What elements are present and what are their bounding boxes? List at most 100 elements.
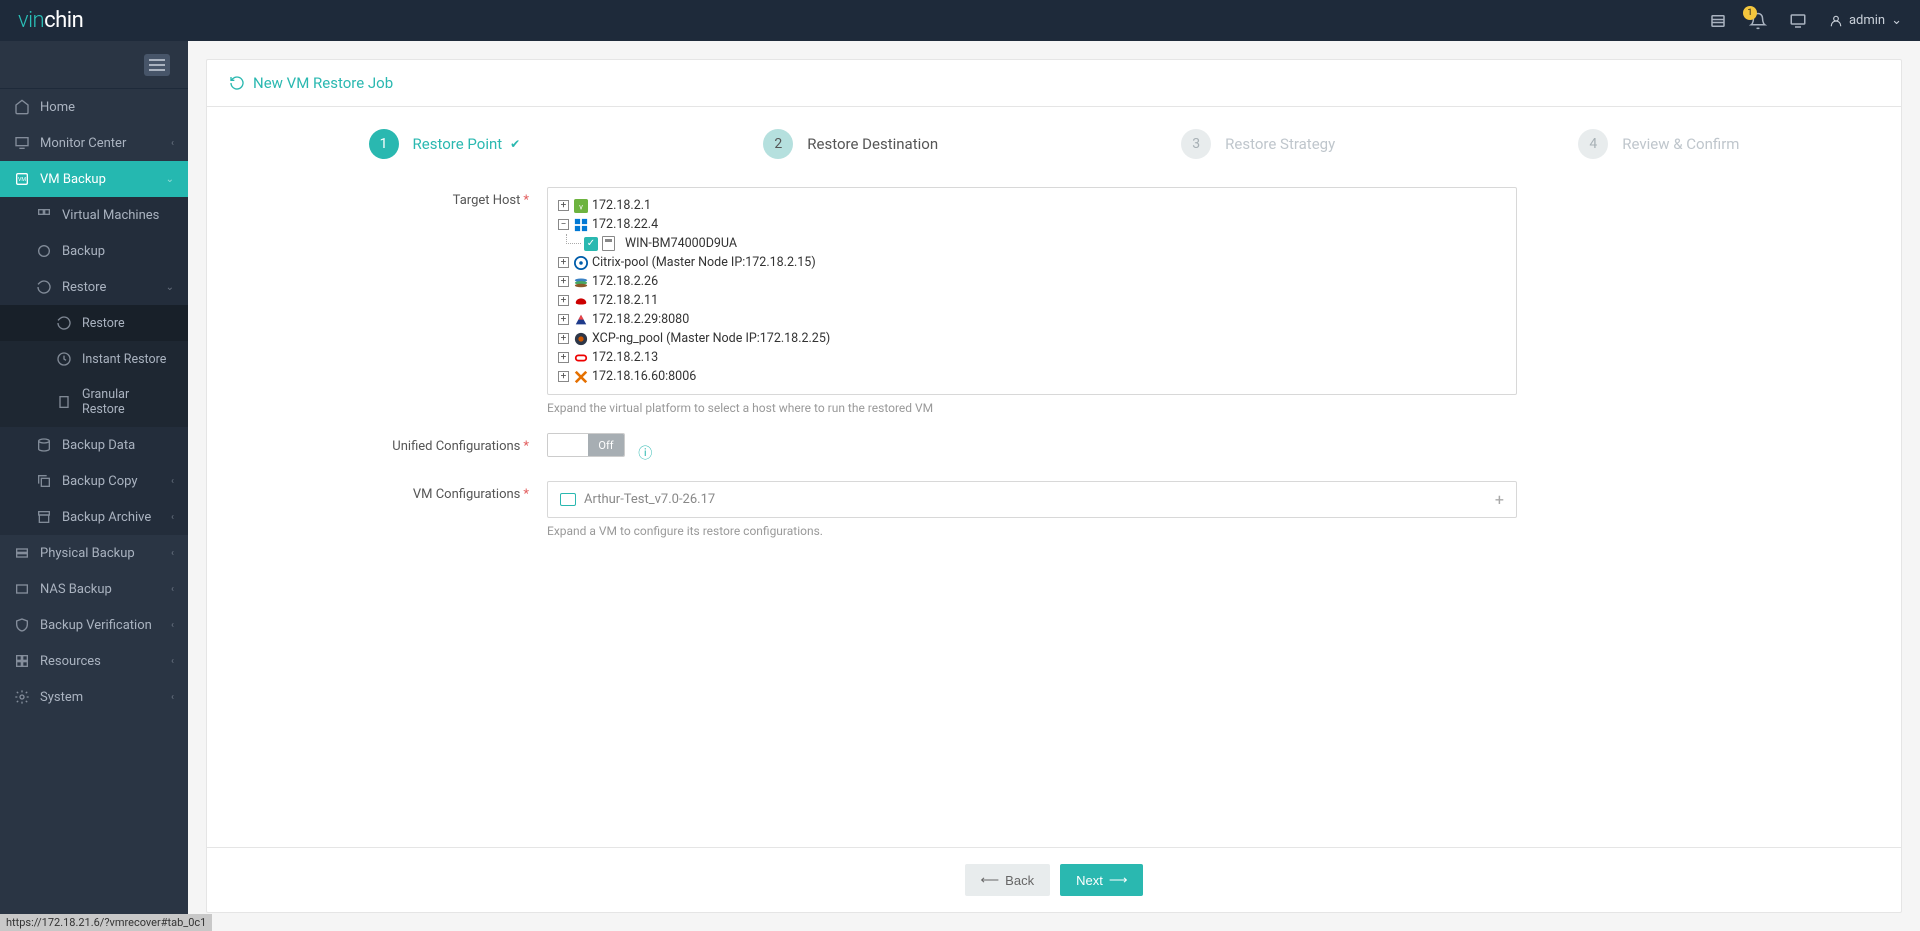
button-label: Next <box>1076 873 1103 888</box>
sidebar-toggle[interactable] <box>0 41 188 89</box>
user-menu[interactable]: admin ⌄ <box>1829 13 1902 28</box>
expand-icon[interactable]: + <box>558 276 569 287</box>
back-button[interactable]: ⟵ Back <box>965 864 1051 896</box>
button-label: Back <box>1005 873 1034 888</box>
nav-granular-restore[interactable]: Granular Restore <box>0 377 188 427</box>
ctrl-target-host: + v 172.18.2.1 − 172.18.22.4 ✓ <box>547 187 1517 415</box>
svg-text:v: v <box>579 202 583 211</box>
tree-node[interactable]: + 172.18.2.11 <box>558 291 1506 310</box>
redhat-icon <box>573 294 588 308</box>
nav-backup-copy[interactable]: Backup Copy ‹ <box>0 463 188 499</box>
panel-header: New VM Restore Job <box>207 60 1901 107</box>
step-number: 2 <box>763 129 793 159</box>
tree-node-child[interactable]: ✓ WIN-BM74000D9UA <box>558 234 1506 253</box>
toggle-on <box>548 434 588 456</box>
vm-name: Arthur-Test_v7.0-26.17 <box>584 492 715 507</box>
nav-restore[interactable]: Restore ⌄ <box>0 269 188 305</box>
node-label: 172.18.16.60:8006 <box>592 369 696 384</box>
tree-node[interactable]: + XCP-ng_pool (Master Node IP:172.18.2.2… <box>558 329 1506 348</box>
notification-badge: 1 <box>1743 6 1757 20</box>
nav-nas[interactable]: NAS Backup ‹ <box>0 571 188 607</box>
nav-backup-archive[interactable]: Backup Archive ‹ <box>0 499 188 535</box>
nav-restore-item[interactable]: Restore <box>0 305 188 341</box>
vm-config-row[interactable]: Arthur-Test_v7.0-26.17 + <box>547 481 1517 518</box>
next-button[interactable]: Next ⟶ <box>1060 864 1143 896</box>
file-icon <box>56 394 72 410</box>
expand-icon[interactable]: + <box>558 371 569 382</box>
nav-system[interactable]: System ‹ <box>0 679 188 715</box>
info-icon[interactable]: ⓘ <box>638 446 652 462</box>
step-2[interactable]: 2 Restore Destination <box>763 129 938 159</box>
status-bar: https://172.18.21.6/?vmrecover#tab_0c1 <box>0 914 212 931</box>
nav-instant-restore[interactable]: Instant Restore <box>0 341 188 377</box>
nav-label: Instant Restore <box>82 352 166 367</box>
unified-toggle[interactable]: Off <box>547 433 625 457</box>
nav-vms[interactable]: Virtual Machines <box>0 197 188 233</box>
monitor-icon[interactable] <box>1789 12 1807 30</box>
tree-node[interactable]: + 172.18.2.13 <box>558 348 1506 367</box>
hint-target-host: Expand the virtual platform to select a … <box>547 401 1517 415</box>
chevron-left-icon: ‹ <box>171 584 174 595</box>
tree-node[interactable]: + 172.18.16.60:8006 <box>558 367 1506 386</box>
panel-footer: ⟵ Back Next ⟶ <box>207 847 1901 912</box>
server-icon <box>14 545 30 561</box>
nav-physical[interactable]: Physical Backup ‹ <box>0 535 188 571</box>
host-tree[interactable]: + v 172.18.2.1 − 172.18.22.4 ✓ <box>547 187 1517 395</box>
oracle-icon <box>573 351 588 365</box>
restore-icon <box>56 315 72 331</box>
row-target-host: Target Host* + v 172.18.2.1 − <box>247 187 1861 415</box>
node-label: 172.18.2.13 <box>592 350 658 365</box>
hamburger-icon[interactable] <box>144 54 170 76</box>
citrix-icon <box>573 256 588 270</box>
tree-node[interactable]: − 172.18.22.4 <box>558 215 1506 234</box>
step-label: Restore Point <box>413 135 503 153</box>
xcp-icon <box>573 332 588 346</box>
tree-node[interactable]: + 172.18.2.26 <box>558 272 1506 291</box>
nav-resources[interactable]: Resources ‹ <box>0 643 188 679</box>
nav-label: Backup Copy <box>62 474 138 489</box>
chevron-down-icon: ⌄ <box>166 174 174 185</box>
expand-icon[interactable]: + <box>558 200 569 211</box>
checkbox-checked-icon[interactable]: ✓ <box>584 237 598 251</box>
step-3[interactable]: 3 Restore Strategy <box>1181 129 1335 159</box>
list-icon[interactable] <box>1709 12 1727 30</box>
tree-node[interactable]: + 172.18.2.29:8080 <box>558 310 1506 329</box>
nav-verify[interactable]: Backup Verification ‹ <box>0 607 188 643</box>
host-icon <box>602 236 615 251</box>
vm-icon <box>560 493 576 506</box>
arrow-right-icon: ⟶ <box>1109 872 1128 888</box>
nav-label: Monitor Center <box>40 136 126 151</box>
step-1[interactable]: 1 Restore Point ✔ <box>369 129 521 159</box>
expand-icon[interactable]: + <box>558 257 569 268</box>
nav-home[interactable]: Home <box>0 89 188 125</box>
step-number: 4 <box>1578 129 1608 159</box>
chevron-left-icon: ‹ <box>171 476 174 487</box>
step-4[interactable]: 4 Review & Confirm <box>1578 129 1739 159</box>
clock-icon <box>56 351 72 367</box>
nav-backup[interactable]: Backup <box>0 233 188 269</box>
tree-node[interactable]: + v 172.18.2.1 <box>558 196 1506 215</box>
row-unified: Unified Configurations* Off ⓘ <box>247 433 1861 463</box>
tree-node[interactable]: + Citrix-pool (Master Node IP:172.18.2.1… <box>558 253 1506 272</box>
collapse-icon[interactable]: − <box>558 219 569 230</box>
bell-icon[interactable]: 1 <box>1749 12 1767 30</box>
nav-label: Backup Verification <box>40 618 152 633</box>
topbar: vinchin 1 admin ⌄ <box>0 0 1920 41</box>
label-target-host: Target Host* <box>247 187 547 415</box>
expand-plus-icon[interactable]: + <box>1495 490 1504 509</box>
nav-vmbackup-sub: Virtual Machines Backup Restore ⌄ Restor… <box>0 197 188 535</box>
nav-vmbackup[interactable]: VM VM Backup ⌄ <box>0 161 188 197</box>
chevron-left-icon: ‹ <box>171 692 174 703</box>
logo-bold: chin <box>44 8 83 33</box>
check-icon: ✔ <box>510 137 520 151</box>
expand-icon[interactable]: + <box>558 295 569 306</box>
logo: vinchin <box>18 8 83 33</box>
nav-label: Backup Data <box>62 438 135 453</box>
expand-icon[interactable]: + <box>558 314 569 325</box>
expand-icon[interactable]: + <box>558 333 569 344</box>
expand-icon[interactable]: + <box>558 352 569 363</box>
nav-monitor[interactable]: Monitor Center ‹ <box>0 125 188 161</box>
nav-label: Backup <box>62 244 105 259</box>
nav-backup-data[interactable]: Backup Data <box>0 427 188 463</box>
form-area: Target Host* + v 172.18.2.1 − <box>207 187 1901 847</box>
